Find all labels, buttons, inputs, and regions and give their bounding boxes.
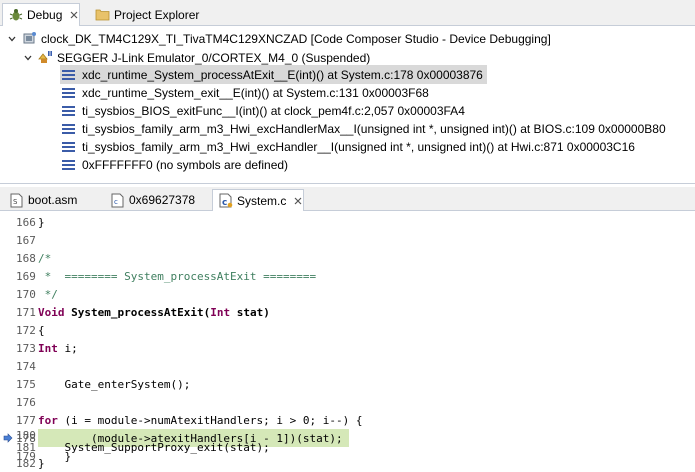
code-line: 168 /*: [0, 249, 695, 267]
stack-frame-icon: [60, 67, 76, 83]
code-text: Int i;: [38, 341, 78, 355]
stack-frame-label: xdc_runtime_System_processAtExit__E(int)…: [82, 67, 483, 82]
line-number: 173: [16, 341, 36, 355]
chevron-down-icon[interactable]: [6, 33, 18, 45]
code-line: 167: [0, 231, 695, 249]
line-number: 168: [16, 251, 36, 265]
code-line: 174: [0, 357, 695, 375]
stack-frame-row[interactable]: 0xFFFFFFF0 (no symbols are defined): [60, 155, 292, 174]
code-line: 172 {: [0, 321, 695, 339]
code-comment: */: [38, 287, 58, 301]
gutter[interactable]: [0, 321, 16, 339]
gutter[interactable]: [0, 357, 16, 375]
tab-disassembly-label: 0x69627378: [129, 193, 196, 207]
stack-frame-label: ti_sysbios_family_arm_m3_Hwi_excHandlerM…: [82, 121, 666, 136]
line-number: 170: [16, 287, 36, 301]
svg-text:c: c: [222, 198, 227, 208]
line-number: 182: [16, 456, 36, 470]
line-number: 172: [16, 323, 36, 337]
gutter[interactable]: [0, 454, 16, 472]
line-number: 177: [16, 413, 36, 427]
stack-frame-row[interactable]: xdc_runtime_System_processAtExit__E(int)…: [60, 65, 487, 84]
stack-frame-row[interactable]: ti_sysbios_family_arm_m3_Hwi_excHandlerM…: [60, 119, 670, 138]
svg-text:c: c: [114, 198, 118, 206]
tab-system-c-label: System.c: [237, 193, 287, 208]
debug-bug-icon: [9, 7, 23, 23]
tab-debug[interactable]: Debug: [2, 3, 80, 26]
function-signature: Void System_processAtExit(Int stat): [38, 305, 270, 319]
debug-view: Debug Project Explorer clock_DK_TM4C129X…: [0, 0, 695, 184]
tab-disassembly[interactable]: c 0x69627378: [103, 189, 209, 211]
line-number: 167: [16, 233, 36, 247]
gutter[interactable]: [0, 375, 16, 393]
gutter[interactable]: [0, 285, 16, 303]
stack-frame-label: ti_sysbios_family_arm_m3_Hwi_excHandler_…: [82, 139, 635, 154]
stack-frame-row[interactable]: ti_sysbios_BIOS_exitFunc__I(int)() at cl…: [60, 101, 469, 120]
chevron-down-icon[interactable]: [22, 52, 34, 64]
gutter[interactable]: [0, 339, 16, 357]
code-line: 176: [0, 393, 695, 411]
c-file-icon: c: [219, 193, 233, 209]
tab-boot-asm-label: boot.asm: [28, 193, 78, 207]
suspended-thread-icon: [37, 50, 53, 66]
target-node-label: SEGGER J-Link Emulator_0/CORTEX_M4_0 (Su…: [57, 50, 371, 65]
stack-frame-icon: [60, 139, 76, 155]
line-number: 176: [16, 395, 36, 409]
launch-config-icon: [21, 31, 37, 47]
gutter[interactable]: [0, 213, 16, 231]
line-number: 181: [16, 440, 36, 454]
tab-boot-asm[interactable]: S boot.asm: [2, 189, 100, 211]
gutter[interactable]: [0, 249, 16, 267]
code-line: 171 Void System_processAtExit(Int stat): [0, 303, 695, 321]
launch-node-label: clock_DK_TM4C129X_TI_TivaTM4C129XNCZAD […: [41, 31, 551, 46]
code-line: 166 }: [0, 213, 695, 231]
code-text: }: [38, 456, 45, 470]
stack-frame-icon: [60, 121, 76, 137]
editor-tab-bar: S boot.asm c 0x69627378 c System.c: [0, 187, 695, 211]
code-comment: /*: [38, 251, 52, 265]
code-text: Gate_enterSystem();: [38, 377, 191, 391]
asm-file-icon: S: [8, 192, 24, 208]
folder-icon: [94, 7, 110, 23]
debug-tab-bar: Debug Project Explorer: [0, 0, 695, 26]
stack-frame-row[interactable]: xdc_runtime_System_exit__E(int)() at Sys…: [60, 83, 433, 102]
code-editor-continued: 180 181 System_SupportProxy_exit(stat); …: [0, 426, 695, 472]
disassembly-icon: c: [109, 192, 125, 208]
line-number: 169: [16, 269, 36, 283]
tab-project-explorer[interactable]: Project Explorer: [88, 3, 208, 26]
gutter[interactable]: [0, 267, 16, 285]
gutter[interactable]: [0, 393, 16, 411]
svg-text:S: S: [13, 198, 18, 206]
gutter[interactable]: [0, 231, 16, 249]
code-comment: * ======== System_processAtExit ========: [38, 269, 317, 283]
close-icon[interactable]: [70, 10, 78, 20]
code-text: {: [38, 323, 45, 337]
launch-node[interactable]: clock_DK_TM4C129X_TI_TivaTM4C129XNCZAD […: [6, 29, 551, 48]
code-line: 182 }: [0, 454, 695, 472]
code-line: 169 * ======== System_processAtExit ====…: [0, 267, 695, 285]
tab-system-c[interactable]: c System.c: [212, 189, 304, 211]
stack-frame-row[interactable]: ti_sysbios_family_arm_m3_Hwi_excHandler_…: [60, 137, 639, 156]
line-number: 174: [16, 359, 36, 373]
code-line: 175 Gate_enterSystem();: [0, 375, 695, 393]
tab-project-explorer-label: Project Explorer: [114, 7, 200, 22]
stack-frame-icon: [60, 103, 76, 119]
tab-debug-label: Debug: [27, 8, 63, 22]
stack-frame-label: ti_sysbios_BIOS_exitFunc__I(int)() at cl…: [82, 103, 465, 118]
stack-frame-icon: [60, 85, 76, 101]
stack-frame-label: xdc_runtime_System_exit__E(int)() at Sys…: [82, 85, 429, 100]
line-number: 171: [16, 305, 36, 319]
line-number: 166: [16, 215, 36, 229]
code-line: 170 */: [0, 285, 695, 303]
close-icon[interactable]: [294, 196, 302, 206]
stack-frame-icon: [60, 157, 76, 173]
stack-frame-label: 0xFFFFFFF0 (no symbols are defined): [82, 157, 289, 172]
code-text: }: [38, 215, 45, 229]
gutter[interactable]: [0, 303, 16, 321]
code-line: 173 Int i;: [0, 339, 695, 357]
line-number: 175: [16, 377, 36, 391]
